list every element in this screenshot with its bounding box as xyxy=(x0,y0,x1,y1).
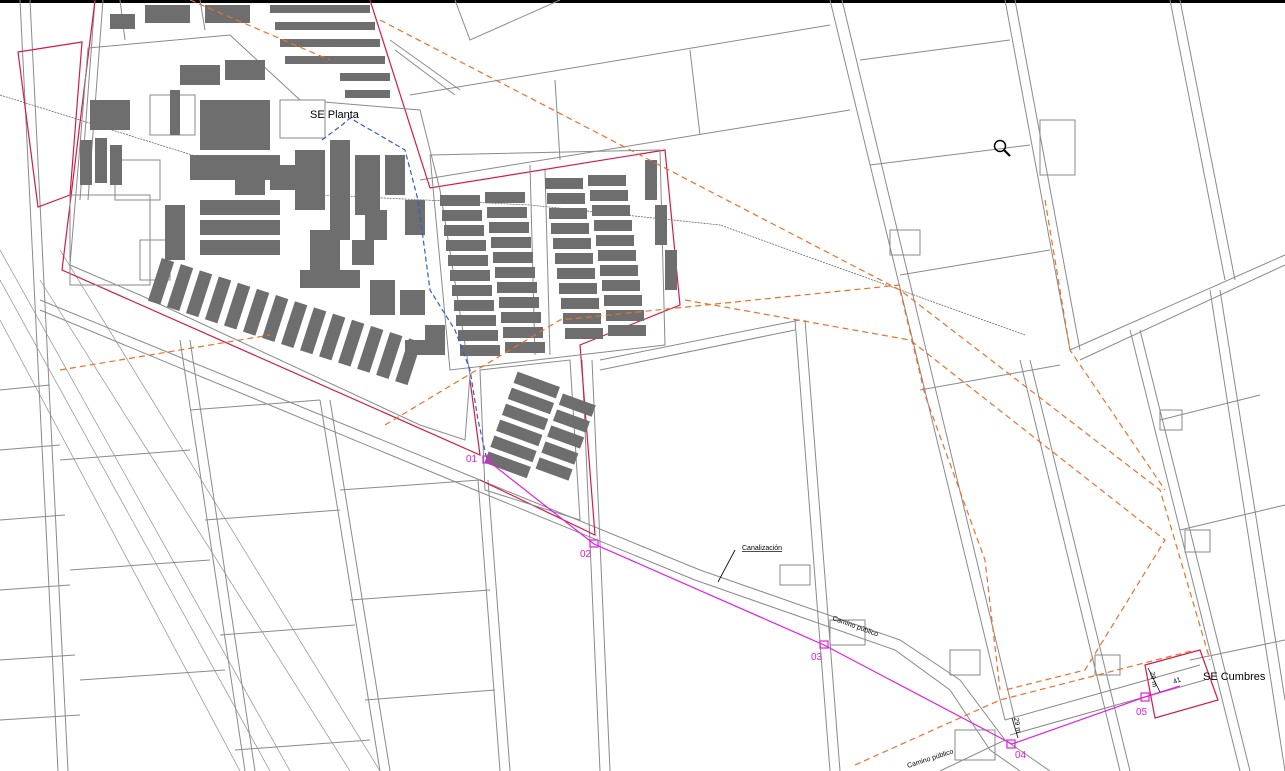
dimension-marks xyxy=(717,549,1161,739)
se-planta-label: SE Planta xyxy=(310,109,360,121)
camino-publico-label-1: Camino público xyxy=(831,615,879,638)
field-linework xyxy=(0,0,1285,771)
dimension-label-3: 41 xyxy=(1172,677,1182,686)
solar-panel-arrays xyxy=(80,5,677,481)
marker-label-04: 04 xyxy=(1015,750,1027,761)
marker-label-02: 02 xyxy=(580,549,592,560)
site-plan-map[interactable]: SE Planta SE Cumbres Canalización Camino… xyxy=(0,0,1285,771)
dimension-label-2: 29 m xyxy=(1012,717,1022,734)
marker-label-03: 03 xyxy=(811,652,823,663)
canalizacion-label: Canalización xyxy=(742,545,782,552)
dimension-label-1: 29 m xyxy=(1148,671,1158,688)
camino-publico-label-2: Camino público xyxy=(906,748,954,770)
cable-route xyxy=(482,455,1181,749)
buildings xyxy=(779,119,1211,761)
se-cumbres-label: SE Cumbres xyxy=(1203,671,1266,683)
marker-label-05: 05 xyxy=(1136,707,1148,718)
marker-label-01: 01 xyxy=(466,454,478,465)
